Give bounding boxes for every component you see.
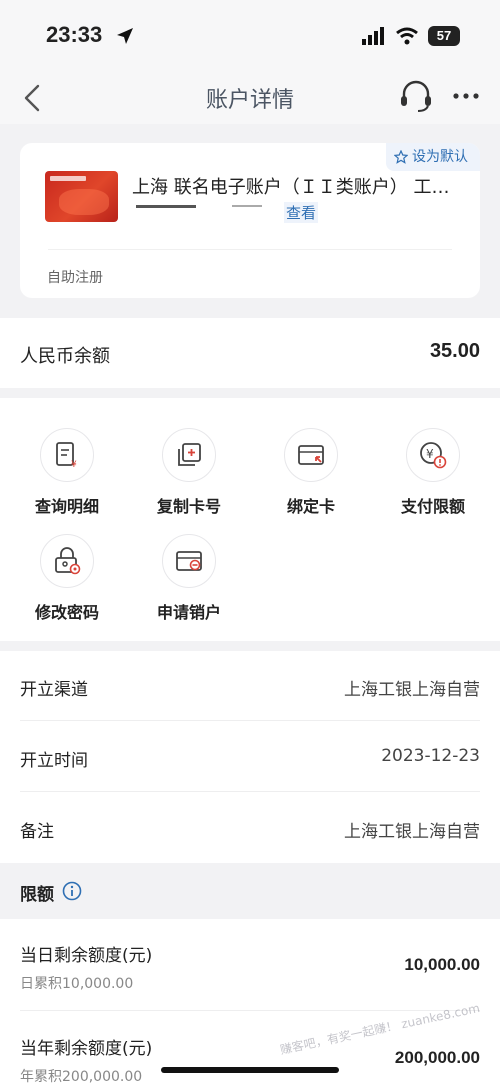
payment-limit-button[interactable]: ¥ 支付限额 [378, 428, 488, 528]
limit-value: 200,000.00 [394, 1048, 480, 1067]
action-label: 支付限额 [400, 497, 465, 516]
svg-text:¥: ¥ [426, 447, 434, 461]
limit-title: 限额 [20, 885, 54, 905]
limit-label: 当年剩余额度(元) [20, 1039, 153, 1059]
info-row-remark: 备注 上海工银上海自营 [20, 793, 480, 863]
close-account-icon [176, 551, 202, 571]
star-icon [394, 150, 408, 164]
bank-logo [50, 176, 86, 181]
action-grid: ¥ 查询明细 复制卡号 绑定卡 ¥ 支付限额 修改密码 申请销户 [0, 398, 500, 641]
info-row-channel: 开立渠道 上海工银上海自营 [20, 651, 480, 721]
payment-limit-icon: ¥ [420, 442, 447, 469]
info-value: 上海工银上海自营 [344, 680, 480, 700]
limit-list: 当日剩余额度(元) 日累积10,000.00 10,000.00 当年剩余额度(… [0, 919, 500, 1084]
card-divider [48, 249, 452, 250]
battery-icon: 57 [428, 26, 460, 46]
info-value: 上海工银上海自营 [344, 822, 480, 842]
limit-label: 当日剩余额度(元) [20, 946, 153, 966]
limit-accumulated: 年累积200,000.00 [20, 1069, 143, 1084]
account-name: 上海 联名电子账户（ＩＩ类账户） 工银... [132, 177, 464, 198]
change-password-icon [55, 547, 81, 575]
copy-card-number-button[interactable]: 复制卡号 [134, 428, 244, 528]
info-value: 2023-12-23 [381, 746, 480, 766]
action-label: 复制卡号 [156, 497, 221, 516]
limit-accumulated: 日累积10,000.00 [20, 976, 134, 992]
balance-value: 35.00 [429, 340, 480, 362]
action-label: 申请销户 [156, 603, 221, 622]
set-default-button[interactable]: 设为默认 [386, 143, 480, 171]
balance-label: 人民币余额 [20, 346, 110, 367]
action-label: 查询明细 [34, 497, 99, 516]
account-card[interactable]: 设为默认 上海 联名电子账户（ＩＩ类账户） 工银... 查看 自助注册 [20, 143, 480, 298]
view-card-number-link[interactable]: 查看 [284, 202, 319, 223]
query-details-button[interactable]: ¥ 查询明细 [12, 428, 122, 528]
status-indicators: 57 [362, 26, 460, 46]
status-bar: 23:33 57 [0, 0, 500, 72]
limit-value: 10,000.00 [404, 955, 480, 974]
balance-row: 人民币余额 35.00 [0, 318, 500, 388]
set-default-label: 设为默认 [412, 149, 468, 165]
info-label: 备注 [20, 822, 54, 842]
info-label: 开立时间 [20, 751, 88, 771]
daily-limit-row: 当日剩余额度(元) 日累积10,000.00 10,000.00 [20, 919, 480, 1011]
action-label: 绑定卡 [286, 497, 335, 516]
account-note: 自助注册 [47, 270, 103, 286]
copy-card-icon [178, 443, 201, 466]
card-image [45, 171, 118, 222]
wifi-icon [396, 27, 418, 45]
info-icon[interactable] [62, 881, 82, 901]
detail-icon: ¥ [56, 442, 77, 469]
card-pattern [59, 189, 109, 215]
location-arrow-icon [117, 28, 133, 44]
status-time: 23:33 [46, 22, 103, 47]
close-account-button[interactable]: 申请销户 [134, 534, 244, 634]
limit-section-header: 限额 [0, 863, 500, 919]
customer-service-icon[interactable] [398, 78, 434, 114]
signal-icon [362, 27, 384, 45]
change-password-button[interactable]: 修改密码 [12, 534, 122, 634]
info-row-open-date: 开立时间 2023-12-23 [20, 722, 480, 792]
home-indicator[interactable] [161, 1067, 339, 1073]
account-info-list: 开立渠道 上海工银上海自营 开立时间 2023-12-23 备注 上海工银上海自… [0, 651, 500, 863]
info-label: 开立渠道 [20, 680, 88, 700]
svg-text:¥: ¥ [71, 460, 77, 469]
bind-card-icon [298, 445, 324, 465]
masked-card-number [132, 201, 272, 217]
nav-bar: 账户详情 [0, 72, 500, 124]
more-icon[interactable] [452, 86, 480, 106]
bind-card-button[interactable]: 绑定卡 [256, 428, 366, 528]
action-label: 修改密码 [34, 603, 99, 622]
